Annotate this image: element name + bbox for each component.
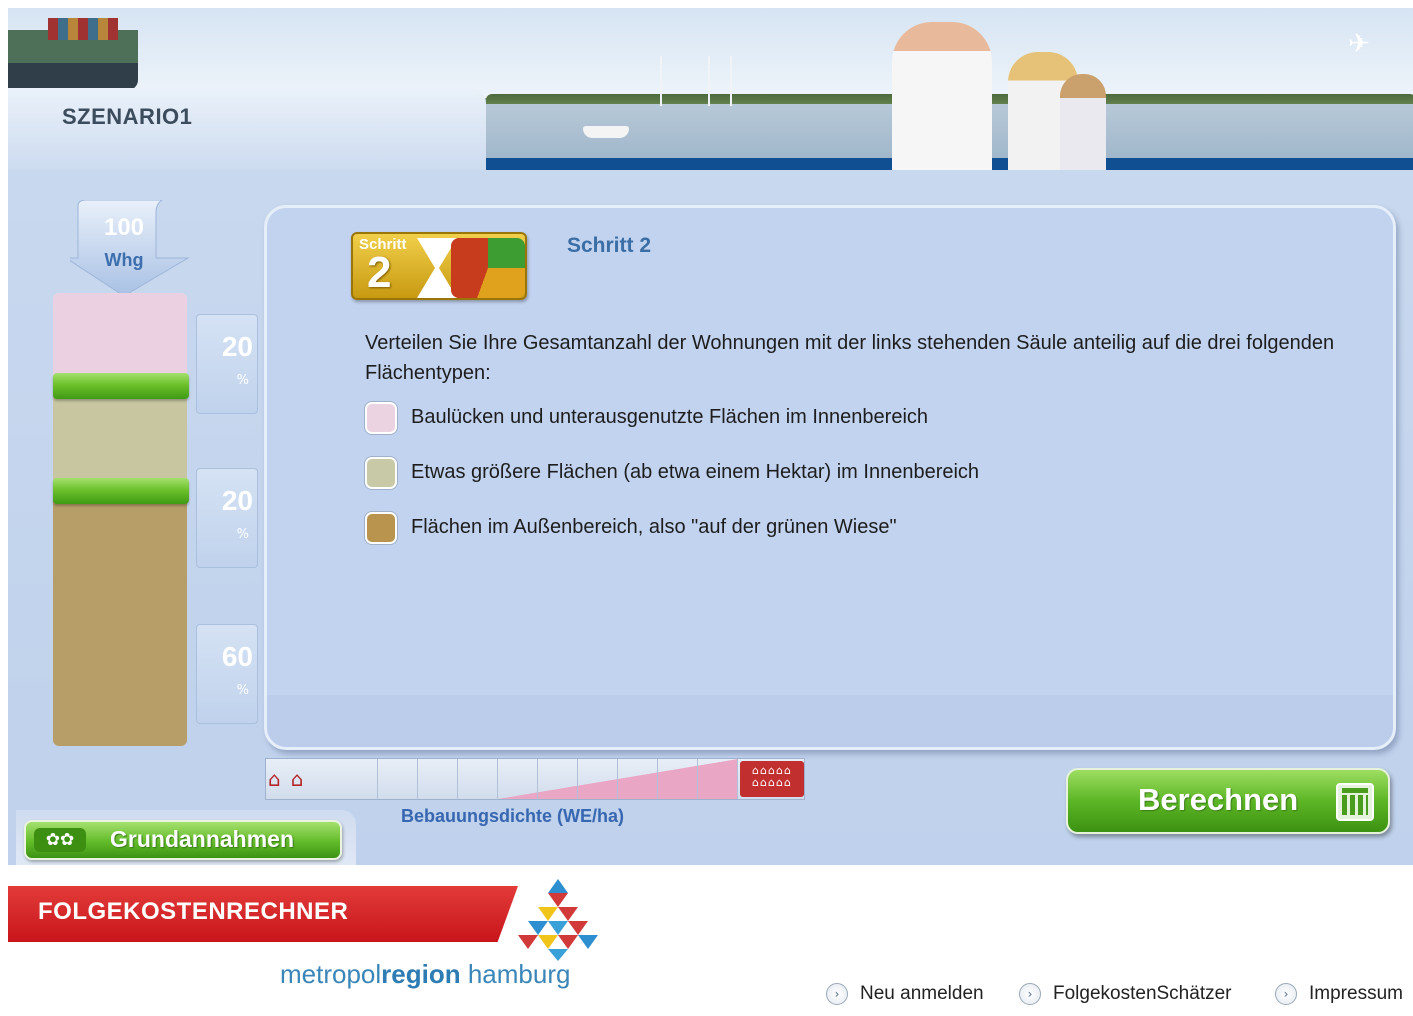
calculator-screen: [1342, 788, 1368, 793]
percent-unit: %: [236, 373, 249, 388]
density-cell[interactable]: [418, 759, 458, 799]
column-drag-handle-2[interactable]: [53, 478, 189, 504]
segment-inner-large: [53, 385, 187, 491]
container-ship-image: [8, 18, 138, 90]
percent-box-inner-gaps: 20 %: [196, 314, 258, 414]
calculate-button-label: Berechnen: [1138, 782, 1299, 817]
area-types-icon: [451, 238, 525, 298]
percent-box-outer-area: 60 %: [196, 624, 258, 724]
footer: FOLGEKOSTENRECHNER metropolregion hambur…: [0, 865, 1413, 1016]
percent-unit: %: [236, 683, 249, 698]
density-cell[interactable]: [498, 759, 538, 799]
legend-item: Etwas größere Flächen (ab etwa einem Hek…: [365, 457, 1165, 491]
high-density-houses-icon: ⌂⌂⌂⌂⌂ ⌂⌂⌂⌂⌂: [740, 761, 804, 797]
calculator-icon: [1336, 783, 1374, 821]
metropolregion-logo-icon: [518, 879, 598, 961]
percent-value: 60: [221, 641, 253, 672]
total-dwellings-value: 100: [103, 214, 145, 241]
legend-swatch-brown: [365, 512, 397, 544]
density-cell[interactable]: [538, 759, 578, 799]
legend-swatch-green: [365, 457, 397, 489]
legend-label: Flächen im Außenbereich, also "auf der g…: [411, 516, 897, 538]
density-cell[interactable]: [618, 759, 658, 799]
percent-value: 20: [221, 331, 253, 362]
wordmark-bold: region: [381, 959, 461, 989]
density-cell[interactable]: [458, 759, 498, 799]
percent-value: 20: [221, 485, 253, 516]
assumptions-button-label: Grundannahmen: [110, 826, 295, 852]
density-slider[interactable]: ⌂⌂ ⌂⌂⌂⌂⌂ ⌂⌂⌂⌂⌂: [265, 758, 805, 800]
footer-link-label: FolgekostenSchätzer: [1053, 983, 1232, 1004]
total-dwellings-unit: Whg: [104, 250, 144, 270]
chevron-right-icon: ›: [1019, 983, 1041, 1005]
step-content-card: Schritt 2 Schritt 2 Verteilen Sie Ihre G…: [264, 205, 1396, 750]
chevron-right-icon: ›: [826, 983, 848, 1005]
footer-link-label: Impressum: [1309, 983, 1403, 1004]
scenario-title: SZENARIO1: [62, 104, 193, 129]
man-photo: [892, 22, 992, 182]
calculator-keys: [1342, 795, 1368, 815]
child-photo: [1060, 74, 1106, 174]
legend-label: Etwas größere Flächen (ab etwa einem Hek…: [411, 461, 980, 483]
density-cell[interactable]: [578, 759, 618, 799]
legend-label: Baulücken und unterausgenutzte Flächen i…: [411, 406, 929, 428]
density-cell[interactable]: [698, 759, 738, 799]
wind-turbine-icon: [730, 56, 732, 106]
wordmark-prefix: metropol: [280, 959, 382, 989]
airplane-icon: ✈: [1348, 29, 1370, 59]
total-dwellings-badge: 100 Whg: [70, 200, 194, 298]
boat-image: [583, 126, 629, 138]
density-cell[interactable]: [378, 759, 418, 799]
legend-item: Flächen im Außenbereich, also "auf der g…: [365, 512, 1165, 546]
app-window: ✈ SZENARIO1 100 Whg 20 % 20 % 60 % Schri…: [0, 0, 1413, 1016]
step-title: Schritt 2: [567, 234, 652, 257]
segment-inner-gaps: [53, 293, 187, 385]
card-footer-band: [267, 695, 1393, 747]
segment-outer-area: [53, 491, 187, 746]
wind-turbine-icon: [708, 56, 710, 106]
low-density-houses-icon: ⌂⌂: [268, 767, 314, 791]
density-cell[interactable]: [658, 759, 698, 799]
footer-link-label: Neu anmelden: [860, 983, 984, 1004]
density-label: Bebauungsdichte (WE/ha): [401, 806, 625, 826]
brand-ribbon: FOLGEKOSTENRECHNER: [8, 886, 518, 942]
assumptions-tab: ✿✿ Grundannahmen: [16, 810, 356, 865]
main-panel: 100 Whg 20 % 20 % 60 % Schritt 2 Schritt…: [8, 170, 1413, 865]
column-drag-handle-1[interactable]: [53, 373, 189, 399]
legend-swatch-pink: [365, 402, 397, 434]
metropolregion-wordmark: metropolregion hamburg: [280, 959, 570, 990]
step-badge-number: 2: [367, 248, 392, 297]
distribution-column: [53, 293, 187, 746]
step-instruction: Verteilen Sie Ihre Gesamtanzahl der Wohn…: [365, 332, 1335, 384]
wordmark-suffix: hamburg: [460, 959, 571, 989]
wind-turbine-icon: [660, 56, 662, 106]
brand-title: FOLGEKOSTENRECHNER: [38, 898, 349, 925]
percent-unit: %: [236, 527, 249, 542]
banner-sky: [8, 8, 1413, 98]
density-cell[interactable]: [338, 759, 378, 799]
chevron-right-icon: ›: [1275, 983, 1297, 1005]
gear-icon: ✿✿: [34, 828, 86, 852]
calculate-button[interactable]: Berechnen: [1066, 768, 1390, 834]
legend-item: Baulücken und unterausgenutzte Flächen i…: [365, 402, 1165, 436]
assumptions-button[interactable]: ✿✿ Grundannahmen: [24, 820, 342, 860]
step-badge: Schritt 2: [351, 232, 527, 300]
percent-box-inner-large: 20 %: [196, 468, 258, 568]
